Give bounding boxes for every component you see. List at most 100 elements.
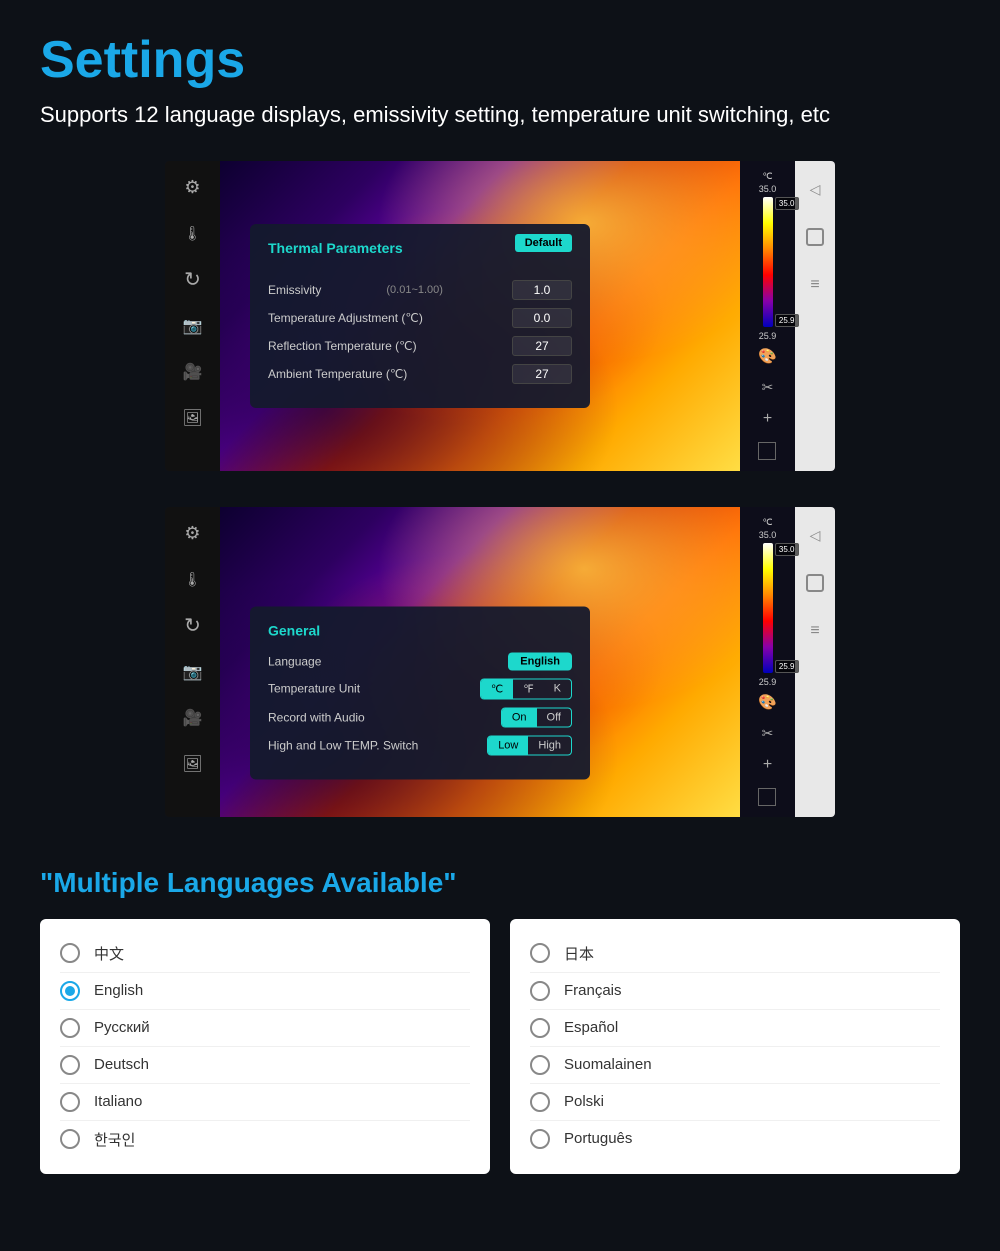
radio-chinese[interactable] — [60, 943, 80, 963]
radio-german[interactable] — [60, 1055, 80, 1075]
languages-title: "Multiple Languages Available" — [40, 867, 960, 899]
plus-icon-1[interactable]: + — [763, 410, 772, 428]
languages-section: "Multiple Languages Available" 中文 Englis… — [40, 867, 960, 1174]
temperature-icon[interactable]: 🌡 — [180, 221, 206, 247]
temp-unit-row: Temperature Unit ℃ ℉ K — [268, 678, 572, 699]
temp-min-badge-1: 25.9 — [775, 314, 799, 327]
right-panel-1: ℃ 35.0 35.0 25.9 25.9 🎨 ✂ + 🔍 ⚠ AE — [740, 161, 795, 471]
dialog-title-2: General — [268, 622, 320, 638]
phone-strip-2: ◁ ≡ — [795, 507, 835, 817]
video-icon[interactable]: 🎥 — [180, 359, 206, 385]
radio-russian[interactable] — [60, 1018, 80, 1038]
temperature-icon-2[interactable]: 🌡 — [180, 567, 206, 593]
radio-finnish[interactable] — [530, 1055, 550, 1075]
default-button-1[interactable]: Default — [515, 234, 572, 252]
temp-switch-row: High and Low TEMP. Switch Low High — [268, 735, 572, 755]
thermal-params-dialog: Thermal Parameters Default Emissivity (0… — [250, 224, 590, 408]
camera-icon[interactable]: 📷 — [180, 313, 206, 339]
lang-panel-left: 中文 English Русский Deutsch Italiano — [40, 919, 490, 1174]
temp-switch-control: Low High — [487, 735, 572, 755]
lang-item-russian[interactable]: Русский — [60, 1010, 470, 1047]
record-audio-row: Record with Audio On Off — [268, 707, 572, 727]
temp-min-2: 25.9 — [759, 677, 777, 687]
radio-english[interactable] — [60, 981, 80, 1001]
celsius-btn[interactable]: ℃ — [481, 679, 513, 698]
plus-icon-2[interactable]: + — [763, 756, 772, 774]
general-dialog: General Language English Temperature Uni… — [250, 606, 590, 779]
refresh-icon[interactable]: ↻ — [180, 267, 206, 293]
square-btn-2[interactable] — [806, 574, 824, 592]
lang-item-italian[interactable]: Italiano — [60, 1084, 470, 1121]
menu-btn-1[interactable]: ≡ — [810, 276, 819, 294]
radio-japanese[interactable] — [530, 943, 550, 963]
language-button[interactable]: English — [508, 652, 572, 670]
temp-adj-row: Temperature Adjustment (℃) 0.0 — [268, 308, 572, 328]
lang-item-chinese[interactable]: 中文 — [60, 935, 470, 973]
menu-btn-2[interactable]: ≡ — [810, 622, 819, 640]
audio-on-btn[interactable]: On — [502, 708, 537, 726]
page-subtitle: Supports 12 language displays, emissivit… — [40, 100, 960, 131]
radio-portuguese[interactable] — [530, 1129, 550, 1149]
temp-min-1: 25.9 — [759, 331, 777, 341]
screen1: ⚙ 🌡 ↻ 📷 🎥 🖼 Thermal Parameters Default — [165, 161, 835, 471]
temp-max-badge-1: 35.0 — [775, 197, 799, 210]
right-panel-2: ℃ 35.0 35.0 25.9 25.9 🎨 ✂ + 🔍 ⚠ AE — [740, 507, 795, 817]
temp-max-badge-2: 35.0 — [775, 543, 799, 556]
lang-panel-right: 日本 Français Español Suomalainen Polski P… — [510, 919, 960, 1174]
refresh-icon-2[interactable]: ↻ — [180, 613, 206, 639]
square-btn-1[interactable] — [806, 228, 824, 246]
temp-unit-control: ℃ ℉ K — [480, 678, 572, 699]
temp-unit-2: ℃ — [762, 517, 772, 528]
radio-italian[interactable] — [60, 1092, 80, 1112]
lang-item-finnish[interactable]: Suomalainen — [530, 1047, 940, 1084]
dialog-title-1: Thermal Parameters — [268, 240, 403, 256]
temp-min-badge-2: 25.9 — [775, 660, 799, 673]
radio-french[interactable] — [530, 981, 550, 1001]
lang-item-english[interactable]: English — [60, 973, 470, 1010]
radio-spanish[interactable] — [530, 1018, 550, 1038]
left-panel-1: ⚙ 🌡 ↻ 📷 🎥 🖼 — [165, 161, 220, 471]
palette-icon-2[interactable]: 🎨 — [758, 693, 777, 711]
kelvin-btn[interactable]: K — [544, 679, 571, 698]
back-btn-1[interactable]: ◁ — [810, 181, 821, 198]
page-title: Settings — [40, 30, 960, 90]
palette-icon-1[interactable]: 🎨 — [758, 347, 777, 365]
gallery-icon-2[interactable]: 🖼 — [180, 751, 206, 777]
audio-off-btn[interactable]: Off — [537, 708, 571, 726]
back-btn-2[interactable]: ◁ — [810, 527, 821, 544]
scissors-icon-2[interactable]: ✂ — [762, 725, 774, 742]
camera-icon-2[interactable]: 📷 — [180, 659, 206, 685]
temp-max-2: 35.0 — [759, 530, 777, 540]
thermal-image-2: General Language English Temperature Uni… — [220, 507, 740, 817]
square-icon-1[interactable] — [758, 442, 776, 460]
lang-item-korean[interactable]: 한국인 — [60, 1121, 470, 1158]
radio-polish[interactable] — [530, 1092, 550, 1112]
low-btn[interactable]: Low — [488, 736, 528, 754]
fahrenheit-btn[interactable]: ℉ — [513, 679, 543, 698]
phone-strip-1: ◁ ≡ — [795, 161, 835, 471]
emissivity-row: Emissivity (0.01~1.00) 1.0 — [268, 280, 572, 300]
radio-korean[interactable] — [60, 1129, 80, 1149]
video-icon-2[interactable]: 🎥 — [180, 705, 206, 731]
lang-item-japanese[interactable]: 日本 — [530, 935, 940, 973]
lang-item-french[interactable]: Français — [530, 973, 940, 1010]
language-row: Language English — [268, 652, 572, 670]
reflection-temp-row: Reflection Temperature (℃) 27 — [268, 336, 572, 356]
thermal-image-1: Thermal Parameters Default Emissivity (0… — [220, 161, 740, 471]
scissors-icon-1[interactable]: ✂ — [762, 379, 774, 396]
square-icon-2[interactable] — [758, 788, 776, 806]
lang-item-portuguese[interactable]: Português — [530, 1121, 940, 1157]
settings-icon[interactable]: ⚙ — [180, 175, 206, 201]
gallery-icon[interactable]: 🖼 — [180, 405, 206, 431]
ambient-temp-row: Ambient Temperature (℃) 27 — [268, 364, 572, 384]
lang-item-german[interactable]: Deutsch — [60, 1047, 470, 1084]
language-panels: 中文 English Русский Deutsch Italiano — [40, 919, 960, 1174]
right-icons-2: 🎨 ✂ + 🔍 ⚠ AE — [758, 693, 777, 817]
high-btn[interactable]: High — [528, 736, 571, 754]
lang-item-spanish[interactable]: Español — [530, 1010, 940, 1047]
record-audio-control: On Off — [501, 707, 572, 727]
settings-icon-2[interactable]: ⚙ — [180, 521, 206, 547]
temp-unit-1: ℃ — [762, 171, 772, 182]
lang-item-polish[interactable]: Polski — [530, 1084, 940, 1121]
right-icons-1: 🎨 ✂ + 🔍 ⚠ AE — [758, 347, 777, 471]
